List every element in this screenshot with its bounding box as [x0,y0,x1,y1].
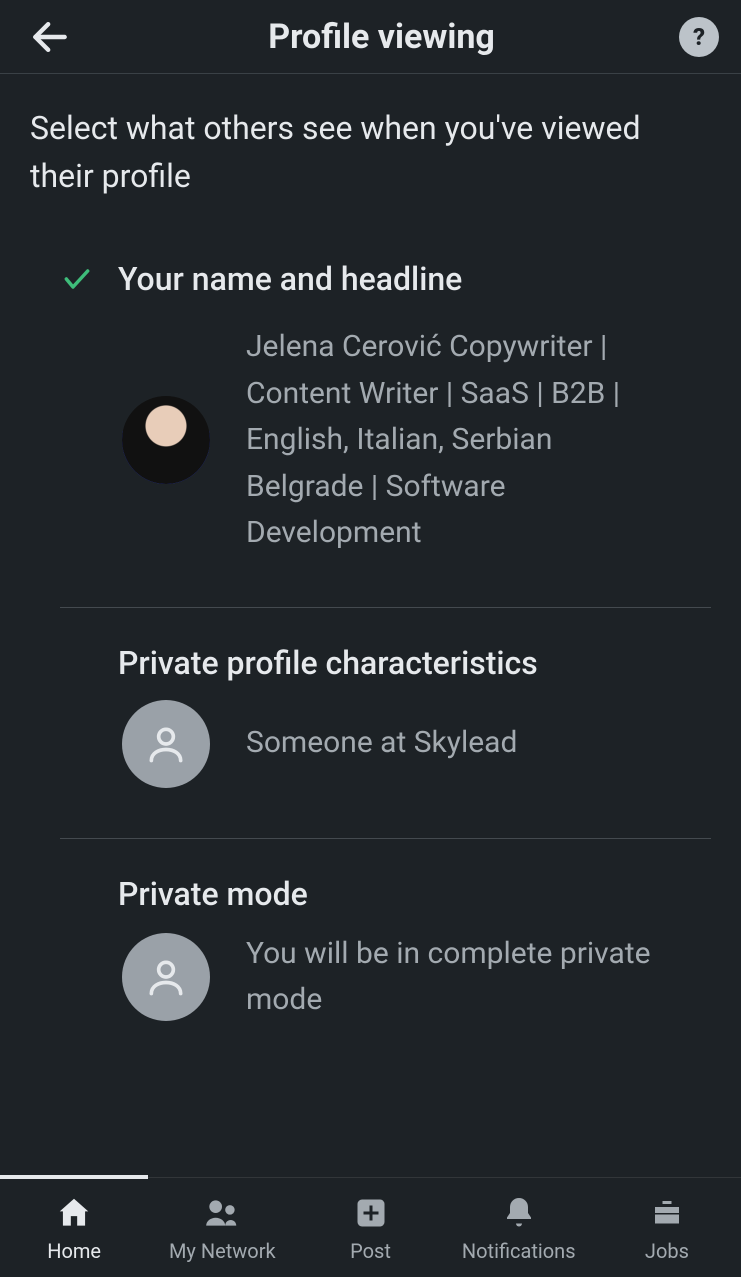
question-mark-icon: ? [693,23,705,51]
person-icon [144,955,188,999]
nav-active-indicator [0,1175,148,1179]
option-body: Jelena Cerović Copywriter | Content Writ… [122,324,711,557]
visibility-option-semi-private[interactable]: Private profile characteristics Someone … [30,644,711,818]
option-title: Private mode [118,875,308,913]
bell-icon [501,1193,537,1233]
profile-avatar [122,396,210,484]
page-subheading: Select what others see when you've viewe… [30,104,711,200]
nav-jobs[interactable]: Jobs [593,1178,741,1277]
option-header-row: Private profile characteristics [60,644,711,682]
option-check-slot [60,263,94,295]
header: Profile viewing ? [0,0,741,74]
option-detail: You will be in complete private mode [246,931,656,1024]
nav-label: Home [47,1239,101,1263]
people-icon [203,1193,241,1233]
plus-square-icon [353,1193,389,1233]
nav-label: My Network [169,1239,276,1263]
person-icon [144,722,188,766]
nav-network[interactable]: My Network [148,1178,296,1277]
option-title: Your name and headline [118,260,462,298]
visibility-option-private[interactable]: Private mode You will be in complete pri… [30,875,711,1054]
option-title: Private profile characteristics [118,644,538,682]
briefcase-icon [649,1193,685,1233]
page-title: Profile viewing [84,17,679,57]
bottom-nav: Home My Network Post [0,1177,741,1277]
nav-label: Post [350,1239,391,1263]
help-button[interactable]: ? [679,17,719,57]
nav-notifications[interactable]: Notifications [445,1178,593,1277]
home-icon [55,1193,93,1233]
anonymous-avatar [122,700,210,788]
back-button[interactable] [28,9,84,65]
nav-label: Jobs [645,1239,689,1263]
option-header-row: Private mode [60,875,711,913]
option-detail: Jelena Cerović Copywriter | Content Writ… [246,324,656,557]
check-icon [61,263,93,295]
divider [60,607,711,608]
visibility-option-full[interactable]: Your name and headline Jelena Cerović Co… [30,260,711,587]
nav-post[interactable]: Post [296,1178,444,1277]
nav-home[interactable]: Home [0,1178,148,1277]
option-body: You will be in complete private mode [122,931,711,1024]
arrow-left-icon [28,15,72,59]
option-header-row: Your name and headline [60,260,711,298]
divider [60,838,711,839]
nav-label: Notifications [462,1239,576,1263]
anonymous-avatar [122,933,210,1021]
content: Select what others see when you've viewe… [0,74,741,1054]
option-detail: Someone at Skylead [246,720,517,767]
option-body: Someone at Skylead [122,700,711,788]
